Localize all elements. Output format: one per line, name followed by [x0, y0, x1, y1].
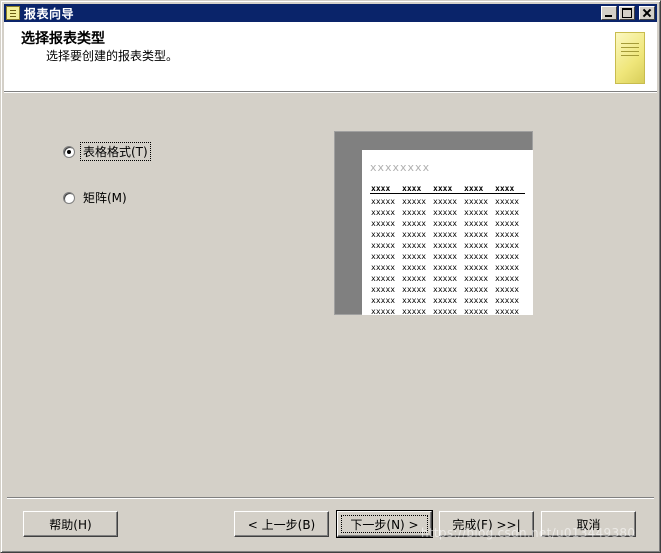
preview-cell: xxxxx	[433, 296, 458, 305]
radio-matrix[interactable]	[63, 191, 75, 204]
preview-cell: xxxxx	[495, 208, 520, 217]
maximize-button[interactable]	[619, 6, 635, 20]
preview-cell: xxxxx	[433, 263, 458, 272]
preview-cell: xxxxx	[371, 263, 396, 272]
preview-cell: xxxxx	[371, 285, 396, 294]
report-preview: xxxxxxxx xxxx xxxx xxxx xxxx xxxx xxxxx xxxxx x…	[334, 131, 533, 317]
help-button[interactable]: 帮助(H)	[23, 511, 118, 537]
preview-cell: xxxxx	[464, 219, 489, 228]
preview-cell: xxxxx	[371, 252, 396, 261]
preview-cell: xxxxx	[464, 208, 489, 217]
wizard-header: 选择报表类型 选择要创建的报表类型。	[4, 22, 657, 93]
preview-cell: xxxxx	[371, 296, 396, 305]
preview-cell: xxxxx	[371, 219, 396, 228]
preview-cell: xxxxx	[402, 274, 427, 283]
preview-cell: xxxxx	[464, 307, 489, 316]
preview-cell: xxxxx	[464, 241, 489, 250]
preview-grid: xxxx xxxx xxxx xxxx xxxx xxxxx xxxxx xxxxx xxxxx…	[371, 184, 526, 317]
preview-cell: xxxxx	[495, 252, 520, 261]
preview-cell: xxxxx	[402, 219, 427, 228]
preview-cell: xxxxx	[402, 296, 427, 305]
preview-cell: xxxxx	[464, 285, 489, 294]
preview-title: xxxxxxxx	[370, 161, 431, 174]
preview-cell: xxxxx	[402, 241, 427, 250]
preview-cell: xxxxx	[402, 208, 427, 217]
preview-header-cell: xxxx	[402, 184, 422, 193]
preview-header-cell: xxxx	[464, 184, 484, 193]
option-matrix-label[interactable]: 矩阵(M)	[81, 189, 129, 206]
preview-cell: xxxxx	[433, 285, 458, 294]
watermark: https://blog.csdn.net/u013449380	[421, 526, 636, 540]
minimize-button[interactable]	[601, 6, 617, 20]
preview-cell: xxxxx	[464, 252, 489, 261]
footer-separator	[7, 497, 654, 499]
preview-header-cell: xxxx	[495, 184, 515, 193]
next-button[interactable]: 下一步(N) >	[336, 510, 433, 538]
preview-cell: xxxxx	[464, 230, 489, 239]
preview-cell: xxxxx	[402, 285, 427, 294]
preview-cell: xxxxx	[464, 296, 489, 305]
preview-cell: xxxxx	[495, 285, 520, 294]
page-subtitle: 选择要创建的报表类型。	[46, 49, 179, 63]
preview-cell: xxxxx	[371, 208, 396, 217]
preview-cell: xxxxx	[433, 241, 458, 250]
preview-cell: xxxxx	[402, 230, 427, 239]
preview-cell: xxxxx	[433, 274, 458, 283]
preview-cell: xxxxx	[433, 307, 458, 316]
preview-cell: xxxxx	[371, 230, 396, 239]
option-matrix[interactable]: 矩阵(M)	[63, 189, 129, 206]
preview-cell: xxxxx	[495, 274, 520, 283]
preview-header-cell: xxxx	[371, 184, 391, 193]
preview-cell: xxxxx	[495, 307, 520, 316]
window-title: 报表向导	[24, 6, 75, 21]
back-button[interactable]: < 上一步(B)	[234, 511, 329, 537]
preview-cell: xxxxx	[464, 263, 489, 272]
preview-cell: xxxxx	[433, 197, 458, 206]
preview-cell: xxxxx	[433, 230, 458, 239]
preview-cell: xxxxx	[402, 307, 427, 316]
preview-cell: xxxxx	[371, 307, 396, 316]
preview-cell: xxxxx	[495, 263, 520, 272]
preview-cell: xxxxx	[371, 197, 396, 206]
report-wizard-window: 报表向导 选择报表类型 选择要创建的报表类型。 表格格式(T) 矩阵(M) xx…	[0, 0, 661, 553]
option-tabular[interactable]: 表格格式(T)	[63, 142, 151, 161]
preview-cell: xxxxx	[433, 252, 458, 261]
preview-cell: xxxxx	[402, 263, 427, 272]
report-icon	[6, 6, 20, 20]
preview-cell: xxxxx	[495, 219, 520, 228]
preview-cell: xxxxx	[371, 241, 396, 250]
preview-cell: xxxxx	[495, 230, 520, 239]
preview-header-cell: xxxx	[433, 184, 453, 193]
radio-tabular[interactable]	[63, 145, 75, 158]
option-tabular-label[interactable]: 表格格式(T)	[80, 142, 151, 161]
close-button[interactable]	[639, 6, 655, 20]
preview-page: xxxxxxxx xxxx xxxx xxxx xxxx xxxx xxxxx xxxxx x…	[362, 150, 533, 317]
preview-cell: xxxxx	[495, 296, 520, 305]
preview-cell: xxxxx	[433, 219, 458, 228]
preview-cell: xxxxx	[495, 197, 520, 206]
preview-cell: xxxxx	[464, 197, 489, 206]
preview-cell: xxxxx	[433, 208, 458, 217]
notepad-icon	[615, 32, 645, 84]
preview-cell: xxxxx	[371, 274, 396, 283]
preview-cell: xxxxx	[464, 274, 489, 283]
preview-cell: xxxxx	[402, 197, 427, 206]
page-title: 选择报表类型	[21, 31, 105, 47]
preview-cell: xxxxx	[402, 252, 427, 261]
title-bar[interactable]: 报表向导	[4, 4, 657, 22]
preview-cell: xxxxx	[495, 241, 520, 250]
